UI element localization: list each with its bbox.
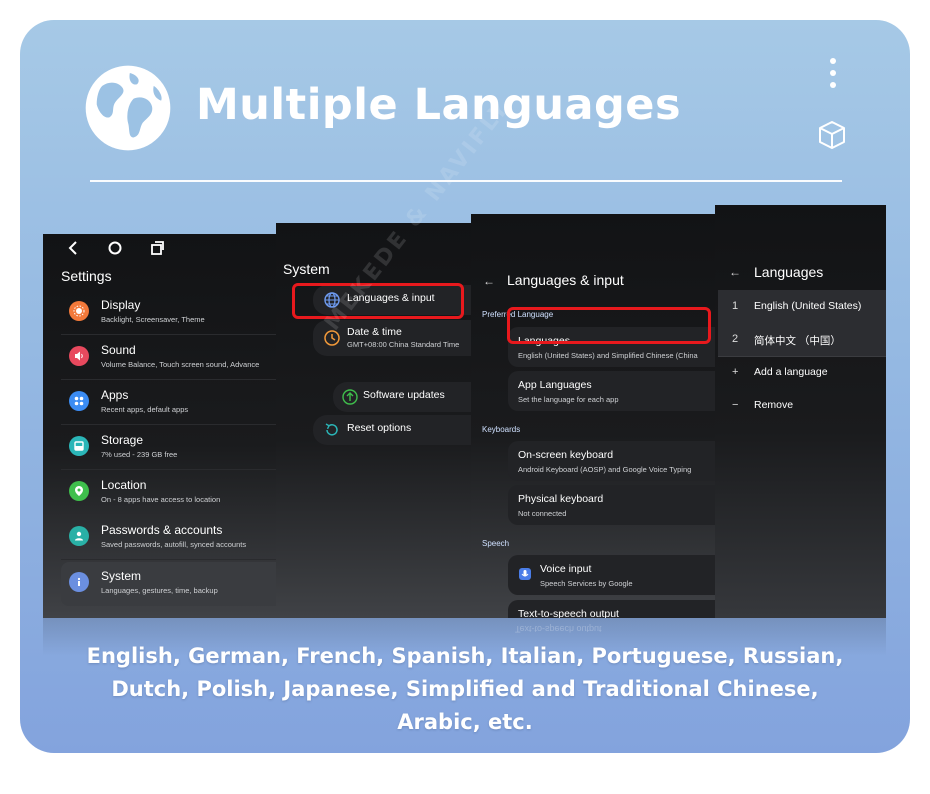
header-divider (90, 180, 842, 182)
item-subtitle: Not connected (518, 509, 567, 518)
lang-item-onscreen-keyboard[interactable]: On-screen keyboard Android Keyboard (AOS… (508, 441, 717, 481)
item-subtitle: On - 8 apps have access to location (101, 495, 221, 504)
item-label: On-screen keyboard (518, 449, 614, 461)
item-subtitle: Backlight, Screensaver, Theme (101, 315, 205, 324)
add-language-button[interactable]: + Add a language (718, 356, 886, 389)
settings-item-location[interactable]: Location On - 8 apps have access to loca… (61, 471, 278, 515)
plus-icon: + (732, 366, 739, 378)
account-icon (69, 526, 89, 546)
item-label: Storage (101, 433, 144, 447)
item-subtitle: 7% used - 239 GB free (101, 450, 178, 459)
item-subtitle: Set the language for each app (518, 395, 619, 404)
item-label: Apps (101, 388, 129, 402)
item-label: App Languages (518, 379, 592, 391)
item-label: Physical keyboard (518, 493, 604, 505)
item-label: Location (101, 478, 147, 492)
home-icon[interactable] (107, 240, 123, 256)
settings-item-passwords[interactable]: Passwords & accounts Saved passwords, au… (61, 516, 278, 560)
section-keyboards: Keyboards (482, 425, 521, 434)
item-label: Software updates (363, 389, 445, 401)
settings-item-sound[interactable]: Sound Volume Balance, Touch screen sound… (61, 336, 278, 380)
item-label: System (101, 569, 142, 583)
language-label: English (United States) (754, 300, 862, 312)
languages-title: Languages (754, 264, 824, 280)
lang-item-voice-input[interactable]: Voice input Speech Services by Google (508, 555, 717, 595)
item-label: Passwords & accounts (101, 523, 223, 537)
row-divider (61, 424, 278, 425)
item-subtitle: GMT+08:00 China Standard Time (347, 340, 460, 349)
item-subtitle: Languages, gestures, time, backup (101, 586, 218, 595)
page-title: Multiple Languages (196, 80, 682, 130)
lang-item-app-languages[interactable]: App Languages Set the language for each … (508, 371, 717, 411)
back-icon[interactable] (65, 240, 81, 256)
item-label: Reset options (347, 422, 412, 434)
item-label: Display (101, 298, 141, 312)
row-divider (61, 334, 278, 335)
back-arrow-icon[interactable]: ← (729, 265, 741, 279)
language-order: 1 (732, 300, 739, 312)
language-item-chinese[interactable]: 2 简体中文 （中国） (718, 323, 886, 356)
highlight-languages (507, 307, 711, 344)
item-subtitle: Saved passwords, autofill, synced accoun… (101, 540, 247, 549)
language-order: 2 (732, 333, 739, 345)
reset-icon (325, 423, 338, 436)
recents-icon[interactable] (149, 240, 165, 256)
nav-bar (43, 234, 278, 264)
languages-caption: English, German, French, Spanish, Italia… (40, 640, 890, 739)
section-speech: Speech (482, 539, 510, 548)
item-label: Voice input (540, 563, 592, 575)
languages-screen: ← Languages 1 English (United States) 2 … (715, 205, 886, 618)
settings-item-system[interactable]: System Languages, gestures, time, backup (61, 562, 278, 606)
settings-item-storage[interactable]: Storage 7% used - 239 GB free (61, 426, 278, 470)
caption-line-2: Dutch, Polish, Japanese, Simplified and … (111, 677, 819, 701)
more-options-icon[interactable] (826, 58, 840, 94)
system-title: System (283, 261, 330, 277)
item-label: Text-to-speech output (518, 608, 619, 618)
remove-language-button[interactable]: − Remove (718, 389, 886, 422)
lang-item-text-to-speech[interactable]: Text-to-speech output (508, 600, 717, 618)
storage-icon (69, 436, 89, 456)
feature-card: Multiple Languages Settings Display Back… (20, 20, 910, 753)
languages-input-title: Languages & input (507, 272, 624, 288)
location-icon (69, 481, 89, 501)
item-subtitle: Recent apps, default apps (101, 405, 189, 414)
3d-cube-icon[interactable] (818, 120, 846, 150)
row-divider (61, 379, 278, 380)
globe-icon (85, 65, 171, 151)
system-item-reset-options[interactable]: Reset options (313, 415, 472, 445)
caption-line-3: Arabic, etc. (397, 710, 533, 734)
item-subtitle: Android Keyboard (AOSP) and Google Voice… (518, 465, 692, 474)
apps-icon (69, 391, 89, 411)
item-subtitle: Speech Services by Google (540, 579, 633, 588)
settings-item-apps[interactable]: Apps Recent apps, default apps (61, 381, 278, 425)
google-voice-icon (519, 568, 531, 580)
settings-screen: Settings Display Backlight, Screensaver,… (43, 234, 278, 618)
language-item-english[interactable]: 1 English (United States) (718, 290, 886, 323)
lang-item-physical-keyboard[interactable]: Physical keyboard Not connected (508, 485, 717, 525)
settings-item-display[interactable]: Display Backlight, Screensaver, Theme (61, 291, 278, 335)
settings-title: Settings (61, 268, 112, 284)
highlight-languages-input (292, 283, 464, 319)
back-arrow-icon[interactable]: ← (483, 274, 495, 288)
row-divider (61, 514, 278, 515)
display-icon (69, 301, 89, 321)
languages-input-screen: ← Languages & input Preferred Language L… (471, 214, 717, 618)
action-label: Remove (754, 399, 794, 411)
row-divider (61, 469, 278, 470)
language-label: 简体中文 （中国） (754, 335, 841, 347)
item-label: Sound (101, 343, 136, 357)
item-subtitle: English (United States) and Simplified C… (518, 351, 698, 360)
sound-icon (69, 346, 89, 366)
caption-line-1: English, German, French, Spanish, Italia… (86, 644, 844, 668)
row-divider (61, 559, 278, 560)
update-icon (342, 389, 358, 405)
item-label: Date & time (347, 326, 402, 338)
info-icon (69, 572, 89, 592)
minus-icon: − (732, 399, 739, 411)
system-item-software-updates[interactable]: Software updates (333, 382, 472, 412)
action-label: Add a language (754, 366, 828, 378)
reflection-text: Text-to-speech output (515, 624, 602, 634)
item-subtitle: Volume Balance, Touch screen sound, Adva… (101, 360, 260, 369)
